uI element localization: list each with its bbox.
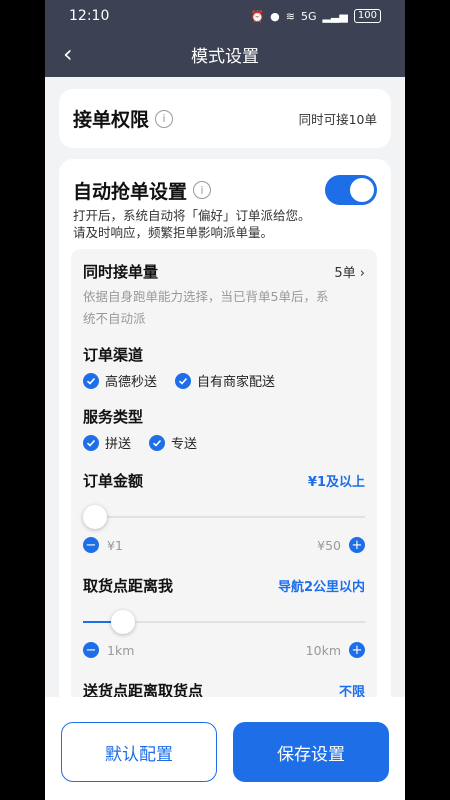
plus-icon[interactable]: + [349,537,365,553]
toggle-knob [350,178,374,202]
simultaneous-note-line-2: 统不自动派 [83,311,146,326]
chevron-right-icon: › [359,266,365,281]
simultaneous-value-group: 5单 › [334,262,365,281]
auto-grab-title-row: 自动抢单设置 i [73,175,377,205]
order-amount-range: − ¥1 ¥50 + [83,537,365,553]
order-amount-label: 订单金额 [83,472,144,490]
pickup-distance-max-group: 10km + [306,642,365,658]
alarm-icon: ⏰ [250,9,265,23]
order-amount-min: ¥1 [107,537,123,553]
battery-icon: 100 [353,9,381,23]
pickup-distance-label: 取货点距离我 [83,577,174,595]
page-title: 模式设置 [191,47,259,67]
service-type-option[interactable]: 专送 [149,433,197,452]
channel-option[interactable]: 高德秒送 [83,371,157,390]
slider-thumb[interactable] [111,610,136,634]
auto-grab-description: 打开后，系统自动将「偏好」订单派给您。 请及时响应，频繁拒单影响派单量。 [73,207,377,241]
description-line-2: 请及时响应，频繁拒单影响派单量。 [73,225,274,240]
channels-options: 高德秒送 自有商家配送 [83,371,365,390]
order-amount-slider[interactable] [83,505,365,529]
preference-panel: 同时接单量 5单 › 依据自身跑单能力选择，当已背单5单后，系 统不自动派 订单… [71,249,377,697]
slider-thumb[interactable] [83,505,107,529]
check-icon [175,372,192,389]
channels-label: 订单渠道 [83,346,144,364]
order-amount-max: ¥50 [317,537,341,553]
check-icon [149,434,166,451]
check-icon [83,434,99,451]
auto-grab-title: 自动抢单设置 [73,180,188,203]
check-icon [83,372,99,389]
nav-bar: ‹ 模式设置 [45,32,405,77]
network-label: 5G [300,9,317,23]
status-time: 12:10 [69,8,110,24]
accept-limit-title-row: 接单权限 i [73,105,174,132]
delivery-distance-row: 送货点距离取货点 不限 [83,680,365,697]
accept-limit-card: 接单权限 i 同时可接10单 [59,89,391,148]
service-types-label: 服务类型 [83,408,144,426]
save-settings-button[interactable]: 保存设置 [233,722,389,782]
slider-track [83,516,365,518]
plus-icon[interactable]: + [349,642,365,658]
order-amount-row: 订单金额 ¥1及以上 [83,470,365,491]
simultaneous-label: 同时接单量 [83,263,159,281]
default-config-button[interactable]: 默认配置 [61,722,217,782]
delivery-distance-label: 送货点距离取货点 [83,682,204,697]
info-icon[interactable]: i [155,109,174,128]
service-type-option[interactable]: 拼送 [83,433,131,452]
description-line-1: 打开后，系统自动将「偏好」订单派给您。 [73,208,311,223]
wifi-icon: ≋ [285,9,295,23]
channel-option[interactable]: 自有商家配送 [175,371,275,390]
pickup-distance-slider[interactable] [83,610,365,634]
footer-bar: 默认配置 保存设置 [45,697,405,800]
auto-grab-title-group: 自动抢单设置 i [73,177,212,204]
delivery-distance-value: 不限 [338,685,365,697]
status-bar: 12:10 ⏰ ● ≋ 5G ▂▃▅ 100 [45,0,405,32]
pickup-distance-range: − 1km 10km + [83,642,365,658]
minus-icon[interactable]: − [83,642,99,658]
auto-grab-toggle[interactable] [325,175,377,205]
back-arrow-icon[interactable]: ‹ [63,42,73,66]
service-type-label: 专送 [171,437,198,452]
service-types-options: 拼送 专送 [83,433,365,452]
auto-grab-card: 自动抢单设置 i 打开后，系统自动将「偏好」订单派给您。 请及时响应，频繁拒单影… [59,159,391,697]
pickup-distance-row: 取货点距离我 导航2公里以内 [83,575,365,596]
pickup-distance-value: 导航2公里以内 [277,580,365,595]
channel-label: 自有商家配送 [197,375,276,390]
info-icon[interactable]: i [193,181,212,199]
location-icon: ● [270,9,280,23]
pickup-distance-min: 1km [107,642,135,658]
settings-scroll[interactable]: 接单权限 i 同时可接10单 自动抢单设置 i 打开后，系统自动将「偏好」订单派… [45,77,405,697]
minus-icon[interactable]: − [83,537,99,553]
phone-screen: 12:10 ⏰ ● ≋ 5G ▂▃▅ 100 ‹ 模式设置 接单权限 i 同时可… [45,0,405,800]
channel-label: 高德秒送 [105,375,158,390]
signal-icon: ▂▃▅ [322,9,348,23]
accept-limit-title: 接单权限 [73,109,150,131]
accept-limit-value: 同时可接10单 [298,112,377,127]
pickup-distance-max: 10km [305,642,341,658]
simultaneous-value: 5单 [334,266,356,281]
service-type-label: 拼送 [105,437,132,452]
order-amount-max-group: ¥50 + [317,537,365,553]
status-icons: ⏰ ● ≋ 5G ▂▃▅ 100 [250,9,381,23]
simultaneous-note: 依据自身跑单能力选择，当已背单5单后，系 统不自动派 [83,286,365,330]
simultaneous-row[interactable]: 同时接单量 5单 › [83,261,365,282]
simultaneous-note-line-1: 依据自身跑单能力选择，当已背单5单后，系 [83,289,329,304]
order-amount-min-group: − ¥1 [83,537,123,553]
pickup-distance-min-group: − 1km [83,642,134,658]
order-amount-value: ¥1及以上 [307,475,365,490]
